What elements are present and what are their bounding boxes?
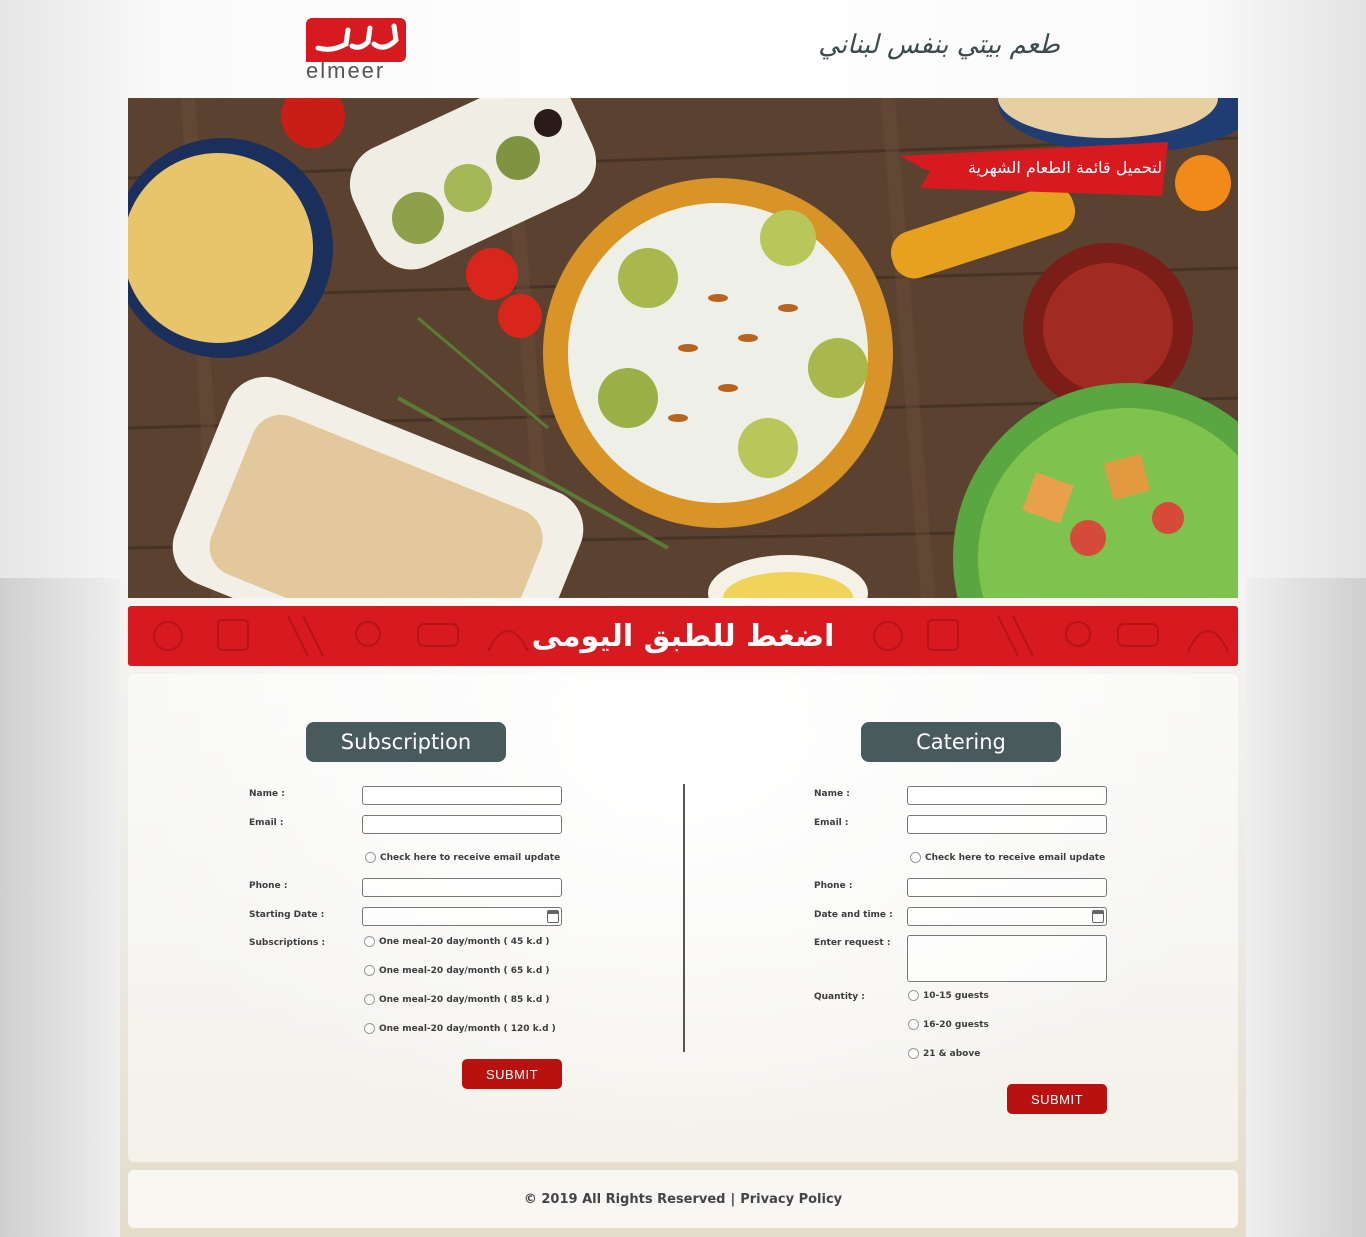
site-footer: © 2019 All Rights Reserved | Privacy Pol… xyxy=(128,1170,1238,1228)
daily-dish-button[interactable]: اضغط للطبق اليومى xyxy=(128,606,1238,666)
catering-submit-button[interactable]: SUBMIT xyxy=(1007,1084,1107,1114)
catering-quantity-option[interactable]: 21 & above xyxy=(908,1048,980,1059)
catering-email-update-label: Check here to receive email update xyxy=(925,852,1106,863)
calendar-icon[interactable] xyxy=(547,910,559,923)
hero-banner: لتحميل قائمة الطعام الشهرية xyxy=(128,98,1238,598)
subscription-email-update-label: Check here to receive email update xyxy=(380,852,561,863)
subscription-plan-radio[interactable] xyxy=(364,936,375,947)
subscription-plan-label: One meal-20 day/month ( 85 k.d ) xyxy=(379,994,550,1005)
subscription-start-date-label: Starting Date : xyxy=(249,910,325,920)
subscription-email-label: Email : xyxy=(249,818,284,828)
privacy-policy-link[interactable]: Privacy Policy xyxy=(740,1192,842,1207)
catering-email-label: Email : xyxy=(814,818,849,828)
calendar-icon[interactable] xyxy=(1092,910,1104,923)
subscription-plan-option[interactable]: One meal-20 day/month ( 85 k.d ) xyxy=(364,994,550,1005)
catering-datetime-label: Date and time : xyxy=(814,910,893,920)
subscription-start-date-input[interactable] xyxy=(362,907,562,926)
catering-phone-input[interactable] xyxy=(907,878,1107,897)
subscription-plans-label: Subscriptions : xyxy=(249,938,326,948)
catering-name-input[interactable] xyxy=(907,786,1107,805)
catering-heading: Catering xyxy=(861,722,1061,762)
subscription-email-update-option[interactable]: Check here to receive email update xyxy=(365,852,560,863)
catering-quantity-radio[interactable] xyxy=(908,1048,919,1059)
subscription-plan-option[interactable]: One meal-20 day/month ( 45 k.d ) xyxy=(364,936,550,947)
subscription-name-input[interactable] xyxy=(362,786,562,805)
footer-separator: | xyxy=(730,1191,736,1207)
subscription-plan-label: One meal-20 day/month ( 45 k.d ) xyxy=(379,936,550,947)
subscription-plan-option[interactable]: One meal-20 day/month ( 65 k.d ) xyxy=(364,965,550,976)
catering-request-label: Enter request : xyxy=(814,938,891,948)
daily-dish-label: اضغط للطبق اليومى xyxy=(531,618,835,654)
site-logo[interactable]: elmeer xyxy=(306,18,406,84)
subscription-plan-label: One meal-20 day/month ( 65 k.d ) xyxy=(379,965,550,976)
subscription-email-update-radio[interactable] xyxy=(365,852,376,863)
catering-quantity-option-label: 21 & above xyxy=(923,1048,981,1059)
copyright-text: © 2019 All Rights Reserved xyxy=(523,1191,726,1207)
catering-email-update-radio[interactable] xyxy=(910,852,921,863)
subscription-plan-label: One meal-20 day/month ( 120 k.d ) xyxy=(379,1023,556,1034)
subscription-submit-button[interactable]: SUBMIT xyxy=(462,1059,562,1089)
subscription-plan-radio[interactable] xyxy=(364,965,375,976)
catering-email-input[interactable] xyxy=(907,815,1107,834)
catering-datetime-input[interactable] xyxy=(907,907,1107,926)
catering-request-textarea[interactable] xyxy=(907,935,1107,982)
site-tagline: طعم بيتي بنفس لبناني xyxy=(818,30,1060,60)
subscription-heading: Subscription xyxy=(306,722,506,762)
logo-text: elmeer xyxy=(306,58,386,83)
catering-quantity-option-label: 16-20 guests xyxy=(923,1019,989,1030)
monthly-menu-download-ribbon[interactable]: لتحميل قائمة الطعام الشهرية xyxy=(900,142,1170,196)
catering-quantity-option[interactable]: 10-15 guests xyxy=(908,990,989,1001)
catering-quantity-option[interactable]: 16-20 guests xyxy=(908,1019,989,1030)
subscription-plan-option[interactable]: One meal-20 day/month ( 120 k.d ) xyxy=(364,1023,556,1034)
forms-divider xyxy=(683,784,685,1052)
catering-quantity-option-label: 10-15 guests xyxy=(923,990,989,1001)
catering-phone-label: Phone : xyxy=(814,881,853,891)
subscription-phone-input[interactable] xyxy=(362,878,562,897)
subscription-email-input[interactable] xyxy=(362,815,562,834)
background-column-right xyxy=(1246,578,1366,1237)
catering-name-label: Name : xyxy=(814,789,850,799)
subscription-phone-label: Phone : xyxy=(249,881,288,891)
catering-quantity-label: Quantity : xyxy=(814,992,865,1002)
catering-quantity-radio[interactable] xyxy=(908,990,919,1001)
subscription-plan-radio[interactable] xyxy=(364,994,375,1005)
background-column-left xyxy=(0,578,120,1237)
catering-email-update-option[interactable]: Check here to receive email update xyxy=(910,852,1105,863)
monthly-menu-label: لتحميل قائمة الطعام الشهرية xyxy=(967,158,1162,177)
subscription-plan-radio[interactable] xyxy=(364,1023,375,1034)
subscription-name-label: Name : xyxy=(249,789,285,799)
catering-quantity-radio[interactable] xyxy=(908,1019,919,1030)
logo-mark xyxy=(306,18,406,62)
